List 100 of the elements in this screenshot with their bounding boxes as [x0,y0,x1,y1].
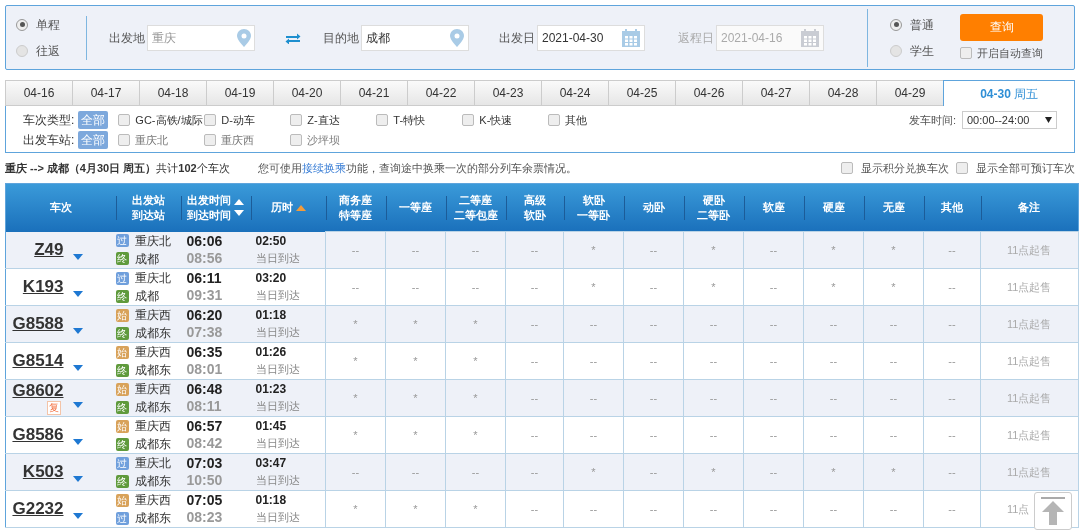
seat-cell[interactable]: -- [325,231,386,269]
seat-cell[interactable]: * [563,231,624,269]
seat-cell[interactable]: -- [803,490,864,528]
location-pin-icon[interactable] [450,28,464,47]
seat-cell[interactable]: * [325,379,386,417]
seat-cell[interactable]: -- [325,453,386,491]
seat-cell[interactable]: * [863,268,924,306]
seat-cell[interactable]: -- [505,379,564,417]
date-tab[interactable]: 04-20 [273,80,340,106]
checkbox[interactable] [376,114,389,126]
seat-cell[interactable]: -- [505,305,564,343]
seat-cell[interactable]: * [683,268,744,306]
checkbox[interactable] [841,162,853,174]
seat-cell[interactable]: -- [863,490,924,528]
seat-cell[interactable]: -- [325,268,386,306]
back-to-top-button[interactable] [1034,492,1072,530]
seat-cell[interactable]: -- [385,453,446,491]
seat-cell[interactable]: * [445,305,506,343]
date-tab[interactable]: 04-17 [72,80,139,106]
checkbox[interactable] [204,134,217,146]
seat-cell[interactable]: -- [505,453,564,491]
seat-cell[interactable]: -- [743,305,804,343]
seat-cell[interactable]: -- [803,342,864,380]
date-tab[interactable]: 04-21 [340,80,407,106]
checkbox[interactable] [290,114,303,126]
seat-cell[interactable]: -- [505,490,564,528]
date-tab[interactable]: 04-23 [474,80,541,106]
search-button[interactable]: 查询 [960,13,1043,41]
date-tab[interactable]: 04-18 [139,80,206,106]
date-tab[interactable]: 04-25 [608,80,675,106]
all-filter-tag[interactable]: 全部 [78,131,109,149]
seat-cell[interactable]: * [445,379,506,417]
seat-cell[interactable]: -- [743,268,804,306]
seat-cell[interactable]: -- [623,268,684,306]
date-tab[interactable]: 04-26 [675,80,742,106]
seat-cell[interactable]: * [445,490,506,528]
checkbox[interactable] [118,114,131,126]
seat-cell[interactable]: -- [743,490,804,528]
seat-cell[interactable]: * [803,453,864,491]
seat-cell[interactable]: -- [623,342,684,380]
train-number-link[interactable]: K503 [22,462,64,482]
train-number-link[interactable]: G8586 [12,425,64,445]
date-tab[interactable]: 04-27 [742,80,809,106]
date-tab[interactable]: 04-30 周五 [943,80,1075,106]
sort-up-icon[interactable] [295,204,306,211]
seat-cell[interactable]: * [385,490,446,528]
train-number-link[interactable]: G2232 [12,499,64,519]
seat-cell[interactable]: -- [385,268,446,306]
radio-button[interactable] [16,44,28,57]
seat-cell[interactable]: -- [803,416,864,454]
seat-cell[interactable]: -- [445,453,506,491]
date-tab[interactable]: 04-29 [876,80,943,106]
date-tab[interactable]: 04-22 [407,80,474,106]
seat-cell[interactable]: -- [623,416,684,454]
seat-cell[interactable]: -- [683,416,744,454]
seat-cell[interactable]: -- [923,416,981,454]
seat-cell[interactable]: * [683,231,744,269]
seat-cell[interactable]: * [445,416,506,454]
seat-cell[interactable]: -- [743,231,804,269]
seat-cell[interactable]: * [803,231,864,269]
dropdown-caret-icon[interactable] [72,291,83,297]
date-tab[interactable]: 04-24 [541,80,608,106]
seat-cell[interactable]: -- [683,342,744,380]
seat-cell[interactable]: -- [505,231,564,269]
seat-cell[interactable]: -- [683,305,744,343]
seat-cell[interactable]: * [683,453,744,491]
all-filter-tag[interactable]: 全部 [78,111,109,129]
seat-cell[interactable]: -- [923,342,981,380]
seat-cell[interactable]: -- [445,268,506,306]
seat-cell[interactable]: -- [923,305,981,343]
seat-cell[interactable]: -- [863,416,924,454]
seat-cell[interactable]: * [445,342,506,380]
seat-cell[interactable]: -- [623,379,684,417]
dropdown-caret-icon[interactable] [72,476,83,482]
seat-cell[interactable]: -- [505,342,564,380]
seat-cell[interactable]: * [325,416,386,454]
seat-cell[interactable]: -- [743,379,804,417]
seat-cell[interactable]: * [863,453,924,491]
seat-cell[interactable]: * [803,268,864,306]
seat-cell[interactable]: -- [923,231,981,269]
seat-cell[interactable]: -- [923,490,981,528]
transfer-link[interactable]: 接续换乘 [301,161,346,174]
destination-field[interactable]: 成都 [361,24,469,51]
checkbox[interactable] [118,134,131,146]
train-number-link[interactable]: G8588 [12,314,64,334]
seat-cell[interactable]: -- [743,416,804,454]
checkbox[interactable] [956,162,968,174]
train-number-link[interactable]: G8602 [12,381,64,401]
seat-cell[interactable]: -- [923,379,981,417]
dropdown-caret-icon[interactable] [72,253,83,260]
seat-cell[interactable]: -- [863,342,924,380]
seat-cell[interactable]: -- [683,490,744,528]
date-tab[interactable]: 04-16 [5,80,72,106]
seat-cell[interactable]: * [863,231,924,269]
date-field[interactable]: 2021-04-30 [537,24,645,51]
seat-cell[interactable]: -- [563,416,624,454]
dropdown-caret-icon[interactable] [72,402,83,408]
radio-button[interactable] [890,18,902,31]
departure-field[interactable]: 重庆 [147,24,255,51]
seat-cell[interactable]: * [385,416,446,454]
